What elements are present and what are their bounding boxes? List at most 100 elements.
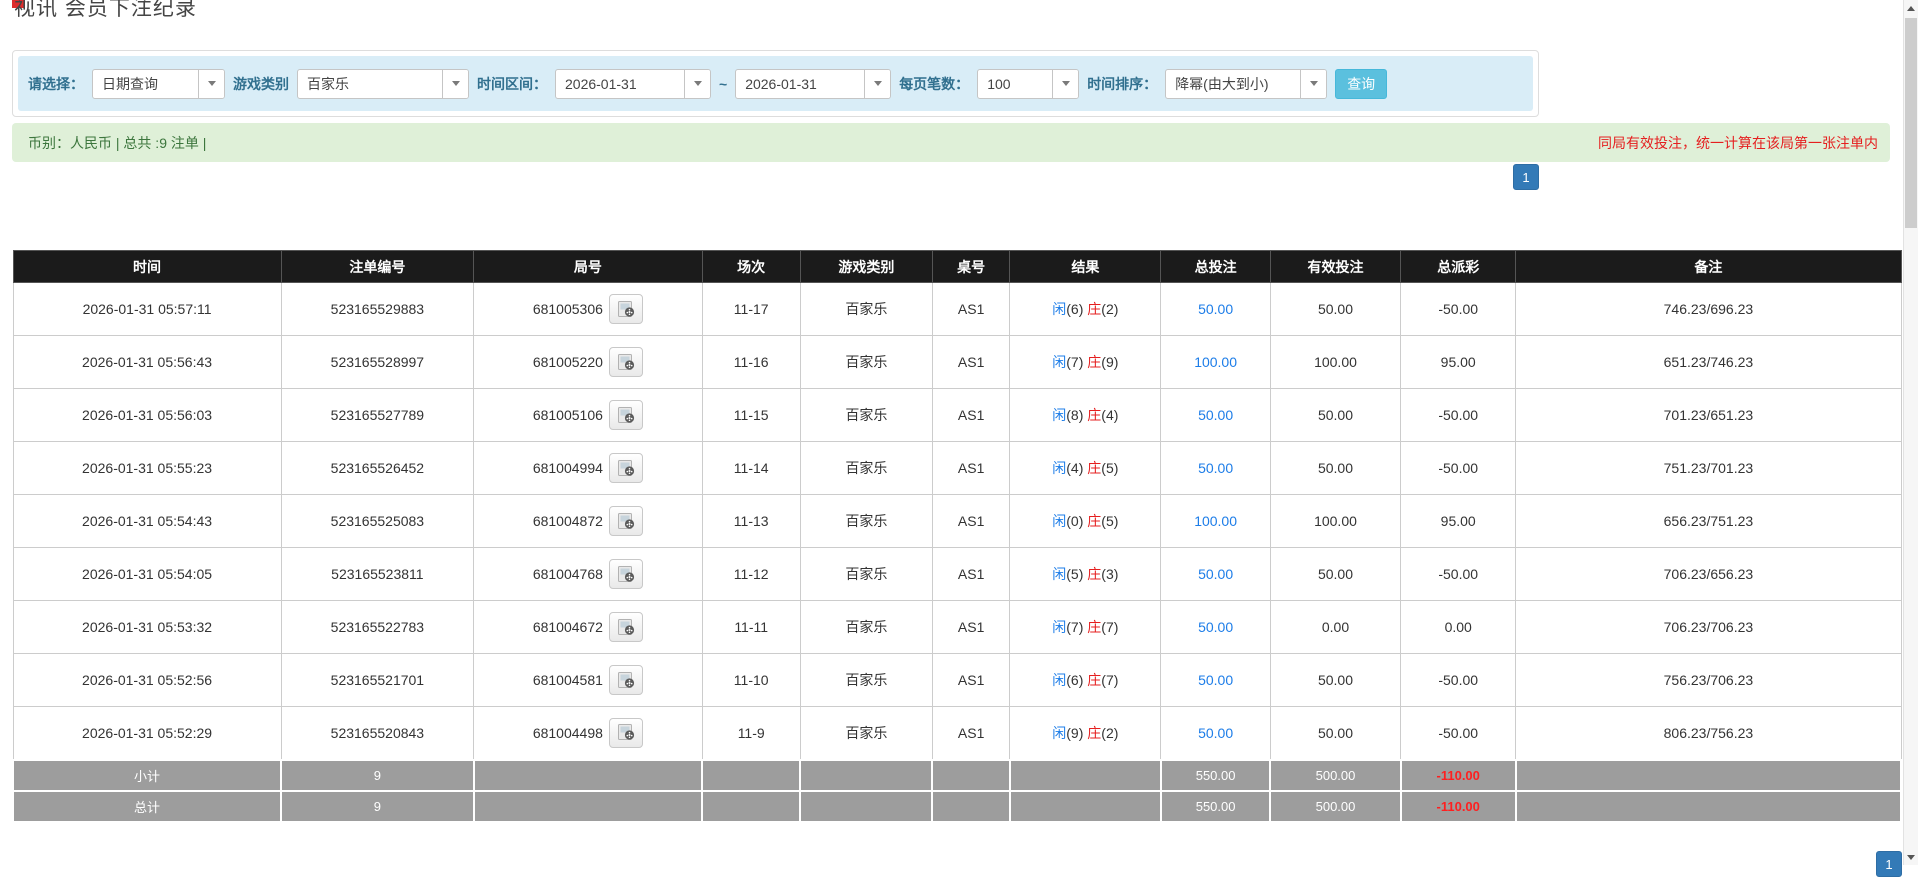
total-bet-link[interactable]: 100.00 (1194, 354, 1237, 370)
chevron-down-icon[interactable] (198, 69, 224, 98)
total-bet-link[interactable]: 50.00 (1198, 619, 1233, 635)
subtotal-row-count: 9 (280, 758, 475, 792)
cell-game-type: 百家乐 (799, 653, 933, 707)
cell-result: 闲(5) 庄(3) (1009, 547, 1162, 601)
total-bet-link[interactable]: 50.00 (1198, 460, 1233, 476)
date-to-input[interactable]: 2026-01-31 (735, 68, 892, 99)
time-sort-select[interactable]: 降幂(由大到小) (1165, 68, 1328, 99)
result-banker: 庄 (1087, 301, 1102, 317)
cell-round: 681004768 (473, 547, 703, 601)
cell-table-no: AS1 (931, 335, 1011, 389)
cell-result: 闲(6) 庄(2) (1009, 282, 1162, 336)
chevron-down-icon[interactable] (684, 69, 710, 98)
cell-valid-bet: 50.00 (1269, 388, 1402, 442)
video-replay-button[interactable] (608, 347, 643, 377)
table-row: 2026-01-31 05:54:05 523165523811 681004768… (12, 547, 1902, 601)
video-replay-button[interactable] (608, 400, 643, 430)
time-range-label: 时间区间： (477, 75, 547, 92)
cell-session: 11-13 (701, 494, 801, 548)
cell-round: 681005220 (473, 335, 703, 389)
result-player: 闲 (1052, 301, 1067, 317)
total-bet-link[interactable]: 100.00 (1194, 513, 1237, 529)
cell-time: 2026-01-31 05:52:56 (12, 653, 282, 707)
result-player-score: (8) (1066, 407, 1084, 423)
cell-valid-bet: 50.00 (1269, 441, 1402, 495)
total-bet-link[interactable]: 50.00 (1198, 301, 1233, 317)
result-player-score: (5) (1066, 566, 1084, 582)
video-replay-button[interactable] (608, 612, 643, 642)
cell-total-bet: 50.00 (1160, 653, 1271, 707)
cell-table-no: AS1 (931, 282, 1011, 336)
cell-game-type: 百家乐 (799, 282, 933, 336)
cell-game-type: 百家乐 (799, 335, 933, 389)
cell-time: 2026-01-31 05:53:32 (12, 600, 282, 654)
cell-payout: 0.00 (1400, 600, 1517, 654)
grand-total-row-empty (799, 789, 934, 823)
result-banker: 庄 (1087, 407, 1102, 423)
cell-table-no: AS1 (931, 547, 1011, 601)
total-bet-link[interactable]: 50.00 (1198, 672, 1233, 688)
search-button[interactable]: 查询 (1335, 68, 1388, 99)
table-row: 2026-01-31 05:52:29 523165520843 681004498… (12, 706, 1902, 760)
round-number: 681005106 (532, 407, 603, 423)
cell-bet-id: 523165526452 (280, 441, 475, 495)
date-from-input[interactable]: 2026-01-31 (555, 68, 711, 99)
video-replay-button[interactable] (608, 717, 643, 748)
round-number: 681005306 (532, 301, 603, 317)
scroll-thumb[interactable] (1905, 18, 1917, 228)
result-banker: 庄 (1087, 460, 1102, 476)
arrow-down-icon (1907, 854, 1915, 860)
cell-game-type: 百家乐 (799, 441, 933, 495)
date-to-value: 2026-01-31 (745, 75, 817, 92)
video-replay-icon (617, 300, 635, 317)
cell-total-bet: 50.00 (1160, 706, 1271, 760)
cell-result: 闲(7) 庄(9) (1009, 335, 1162, 389)
cell-bet-id: 523165523811 (280, 547, 475, 601)
cell-bet-id: 523165528997 (280, 335, 475, 389)
result-player-score: (9) (1066, 724, 1084, 741)
total-bet-link[interactable]: 50.00 (1198, 725, 1233, 741)
query-type-select[interactable]: 日期查询 (92, 68, 225, 99)
scroll-up-button[interactable] (1904, 0, 1918, 16)
total-bet-link[interactable]: 50.00 (1198, 566, 1233, 582)
video-replay-icon (617, 724, 635, 741)
cell-valid-bet: 100.00 (1269, 335, 1402, 389)
table-row: 2026-01-31 05:54:43 523165525083 681004872… (12, 494, 1902, 548)
result-banker-score: (4) (1101, 407, 1119, 423)
game-type-select[interactable]: 百家乐 (297, 68, 469, 99)
round-number: 681004672 (532, 619, 603, 635)
chevron-down-icon[interactable] (442, 69, 468, 98)
filter-panel: 请选择： 日期查询 游戏类别 百家乐 时间区间： 2026-01-31 ~ 20… (12, 50, 1539, 117)
video-replay-button[interactable] (608, 294, 643, 324)
subtotal-row-empty (701, 758, 802, 792)
scrollbar[interactable] (1903, 0, 1918, 865)
cell-time: 2026-01-31 05:54:43 (12, 494, 282, 548)
result-player: 闲 (1052, 513, 1067, 529)
result-banker: 庄 (1087, 724, 1102, 741)
page-1-button[interactable]: 1 (1513, 164, 1539, 190)
video-replay-button[interactable] (608, 453, 643, 483)
video-replay-button[interactable] (608, 559, 643, 589)
per-page-select[interactable]: 100 (977, 68, 1080, 99)
subtotal-row-payout: -110.00 (1399, 758, 1517, 792)
page-1-button-bottom[interactable]: 1 (1876, 851, 1902, 877)
cell-round: 681004672 (473, 600, 703, 654)
cell-session: 11-9 (701, 706, 801, 760)
cell-remark: 701.23/651.23 (1515, 388, 1902, 442)
result-player-score: (7) (1066, 619, 1084, 635)
grand-total-row-count: 9 (280, 789, 475, 823)
result-banker-score: (7) (1101, 619, 1119, 635)
video-replay-button[interactable] (608, 665, 643, 695)
result-player: 闲 (1052, 407, 1067, 423)
cell-game-type: 百家乐 (799, 494, 933, 548)
scroll-down-button[interactable] (1904, 849, 1918, 865)
chevron-down-icon[interactable] (864, 69, 891, 98)
result-banker-score: (2) (1101, 301, 1119, 317)
cell-bet-id: 523165522783 (280, 600, 475, 654)
cell-table-no: AS1 (931, 653, 1011, 707)
chevron-down-icon[interactable] (1300, 69, 1327, 98)
total-bet-link[interactable]: 50.00 (1198, 407, 1233, 423)
chevron-down-icon[interactable] (1052, 69, 1079, 98)
grand-total-row-valid-bet: 500.00 (1269, 789, 1402, 823)
video-replay-button[interactable] (608, 506, 643, 536)
